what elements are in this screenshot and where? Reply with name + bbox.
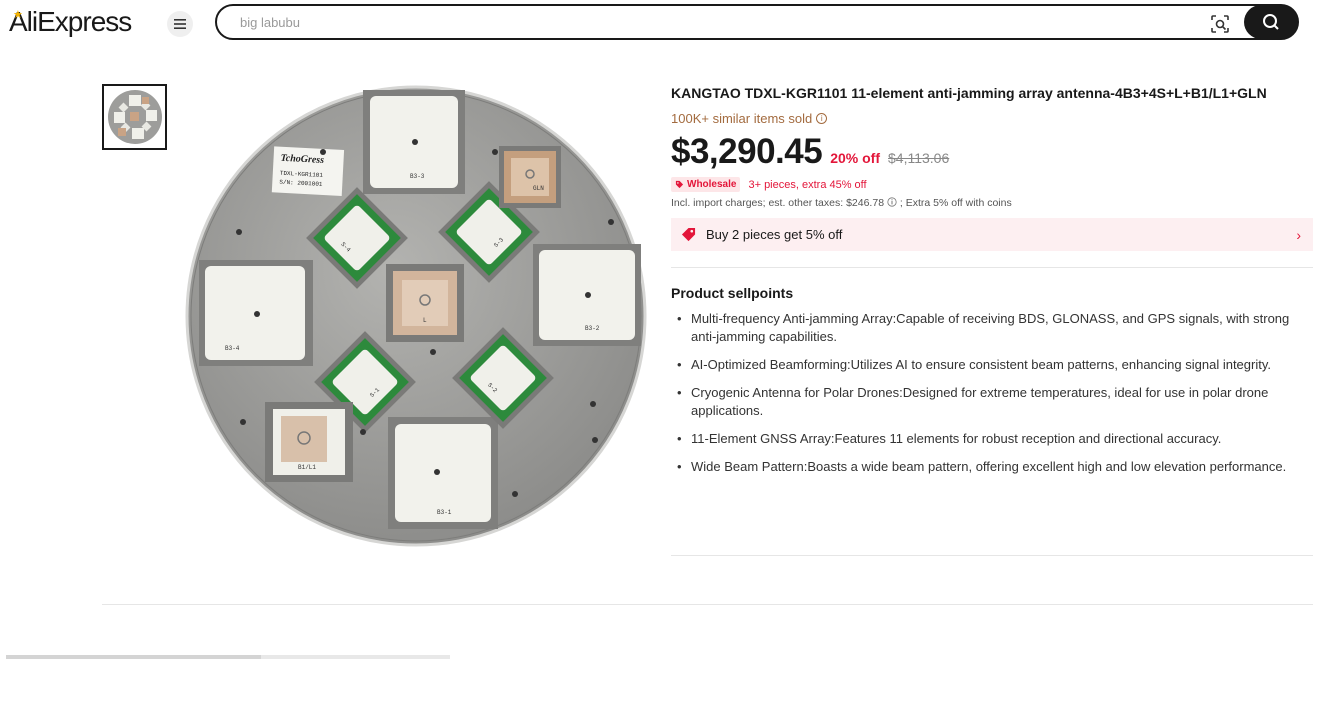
patch-b3-3: B3-3 (363, 90, 465, 194)
product-title: KANGTAO TDXL-KGR1101 11-element anti-jam… (671, 85, 1267, 101)
sellpoint-item: Wide Beam Pattern:Boasts a wide beam pat… (671, 458, 1313, 476)
camera-search-button[interactable] (1208, 12, 1232, 36)
current-price: $3,290.45 (671, 132, 823, 171)
menu-button[interactable] (167, 11, 193, 37)
sold-text: 100K+ similar items sold (671, 111, 813, 126)
patch-b3-2: B3-2 (533, 244, 641, 346)
original-price: $4,113.06 (888, 150, 950, 166)
label-gln: GLN (533, 185, 544, 192)
patch-b1-l1: B1/L1 (265, 402, 353, 482)
brand-sticker: TchoGress TDXL-KGR1101 S/N: 2001001 (271, 146, 345, 196)
thumbnail-image (107, 90, 162, 144)
tax-text: Incl. import charges; est. other taxes: … (671, 197, 885, 209)
label-b3-1: B3-1 (437, 509, 452, 516)
search-button[interactable] (1244, 5, 1298, 39)
label-l: L (423, 317, 427, 324)
coins-text: ; Extra 5% off with coins (899, 197, 1012, 209)
info-icon[interactable] (887, 197, 897, 207)
wholesale-row: Wholesale 3+ pieces, extra 45% off (671, 177, 1313, 192)
search-bar (215, 4, 1299, 40)
patch-b3-4: B3-4 (199, 260, 313, 366)
label-b3-2: B3-2 (585, 325, 600, 332)
sellpoint-item: 11-Element GNSS Array:Features 11 elemen… (671, 430, 1313, 448)
tag-icon (675, 180, 684, 189)
divider (671, 555, 1313, 556)
coupon-tag-icon (681, 227, 696, 242)
logo-star-icon: ★ (13, 9, 23, 21)
wholesale-badge-label: Wholesale (687, 179, 737, 190)
patch-l: L (386, 264, 464, 342)
section-divider (102, 604, 1313, 605)
patch-b3-1: B3-1 (388, 417, 498, 529)
sellpoints-list: Multi-frequency Anti-jamming Array:Capab… (671, 310, 1313, 476)
main-product-image[interactable]: TchoGress TDXL-KGR1101 S/N: 2001001 B3-3… (183, 82, 649, 550)
label-b3-3: B3-3 (410, 173, 425, 180)
sellpoint-item: Cryogenic Antenna for Polar Drones:Desig… (671, 384, 1313, 420)
logo-text: AliExpress (9, 6, 132, 37)
sellpoints-title: Product sellpoints (671, 285, 794, 301)
search-icon (1263, 14, 1279, 30)
price-row: $3,290.45 20% off $4,113.06 (671, 132, 1313, 172)
menu-icon (174, 19, 186, 29)
aliexpress-logo[interactable]: ★ AliExpress (9, 6, 132, 40)
product-info: KANGTAO TDXL-KGR1101 11-element anti-jam… (671, 84, 1313, 486)
antenna-array-image: TchoGress TDXL-KGR1101 S/N: 2001001 B3-3… (185, 85, 647, 547)
divider (671, 267, 1313, 268)
promo-banner[interactable]: Buy 2 pieces get 5% off › (671, 218, 1313, 251)
discount-badge: 20% off (830, 150, 881, 166)
sellpoint-item: Multi-frequency Anti-jamming Array:Capab… (671, 310, 1313, 346)
chevron-right-icon: › (1296, 227, 1301, 243)
label-b1-l1: B1/L1 (298, 464, 316, 471)
patch-gln: GLN (499, 146, 561, 208)
sellpoint-item: AI-Optimized Beamforming:Utilizes AI to … (671, 356, 1313, 374)
label-b3-4: B3-4 (225, 345, 240, 352)
scrollbar-thumb[interactable] (6, 655, 261, 659)
horizontal-scrollbar[interactable] (6, 655, 450, 659)
camera-search-icon (1211, 15, 1229, 33)
plate-brand: TchoGress (280, 153, 324, 166)
promo-text: Buy 2 pieces get 5% off (706, 227, 843, 242)
sold-count: 100K+ similar items sold i (671, 111, 1313, 126)
wholesale-badge: Wholesale (671, 177, 741, 192)
search-input[interactable] (240, 11, 1190, 33)
tax-row: Incl. import charges; est. other taxes: … (671, 197, 1313, 209)
gallery-thumbnail[interactable] (102, 84, 167, 150)
info-icon[interactable]: i (816, 113, 828, 124)
wholesale-text: 3+ pieces, extra 45% off (748, 178, 867, 191)
